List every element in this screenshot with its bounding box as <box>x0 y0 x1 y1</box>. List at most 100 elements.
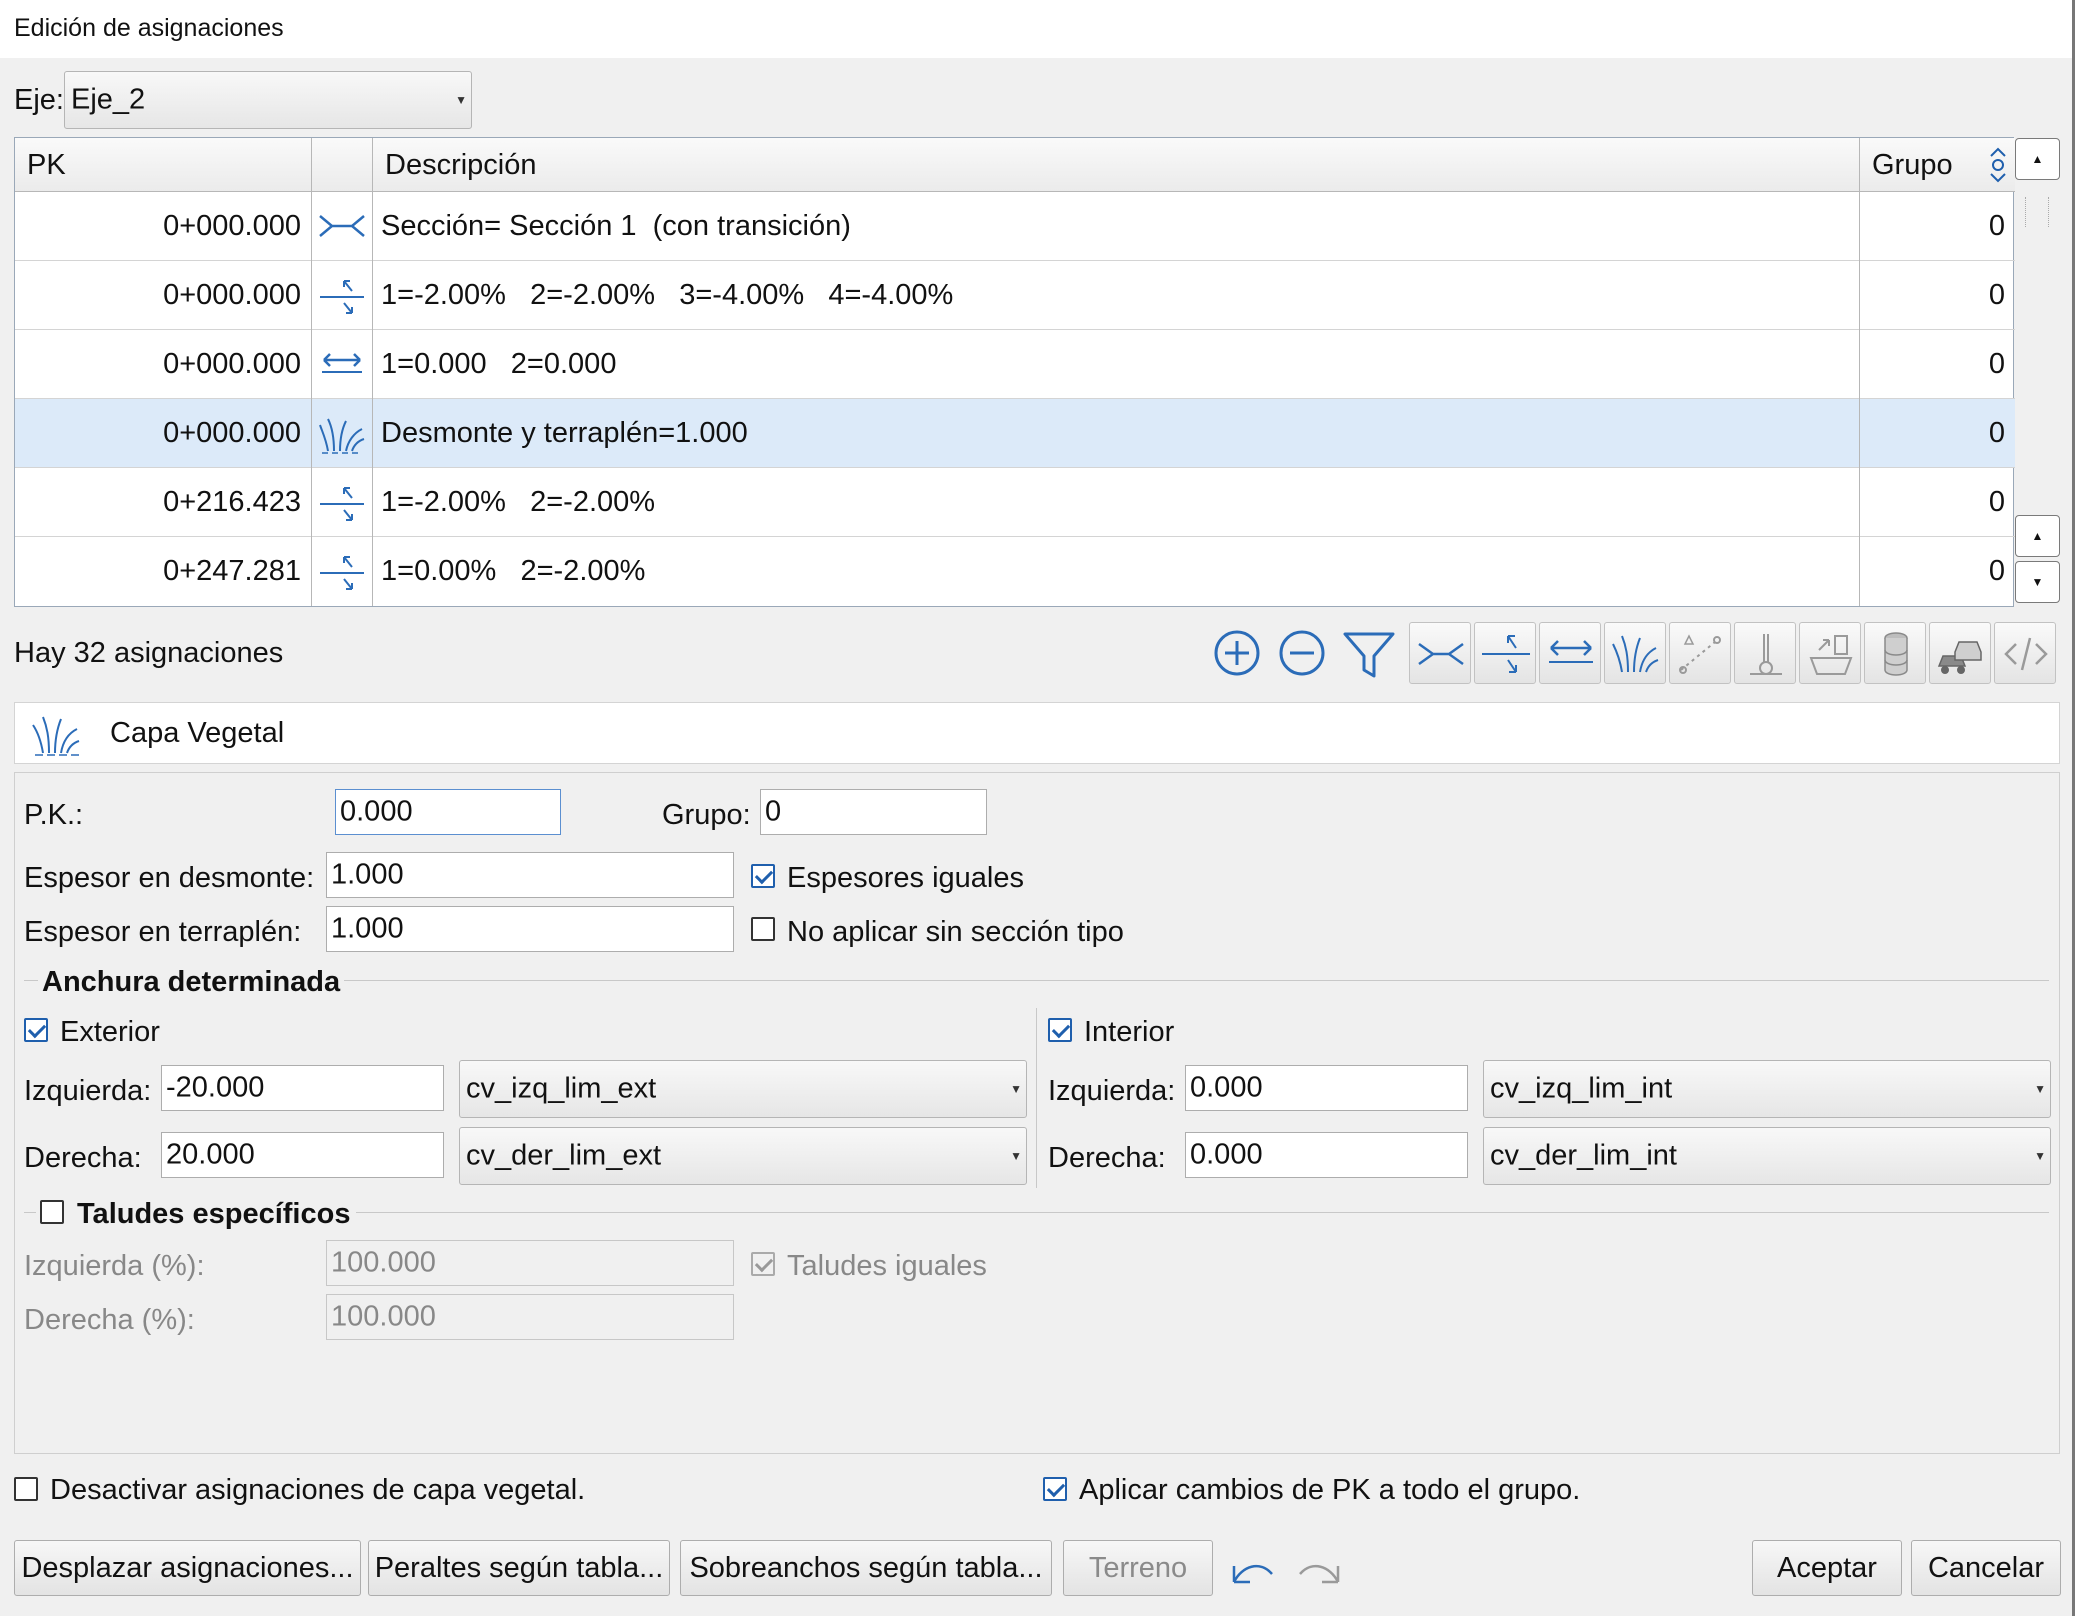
table-row[interactable]: 0+000.000 Sección= Sección 1 (con transi… <box>15 192 2015 261</box>
superelevation-table-button[interactable]: Peraltes según tabla... <box>368 1540 670 1596</box>
cell-description: Sección= Sección 1 (con transición) <box>373 192 1860 261</box>
width-group-vertical-divider <box>1036 1008 1037 1188</box>
scroll-down-button[interactable]: ▼ <box>2015 561 2060 603</box>
cell-icon <box>312 399 373 468</box>
equal-thickness-checkbox[interactable] <box>751 864 775 888</box>
cell-group: 0 <box>1988 210 2005 242</box>
table-row-selected[interactable]: 0+000.000 Desmonte y terraplén=1.000 0 <box>15 399 2015 468</box>
traffic-button[interactable] <box>1929 622 1991 684</box>
interior-right-combo[interactable]: cv_der_lim_int ▼ <box>1483 1127 2051 1185</box>
add-icon[interactable] <box>1212 628 1262 678</box>
interior-left-input[interactable]: 0.000 <box>1185 1065 1468 1111</box>
slope-button[interactable] <box>1669 622 1731 684</box>
page-up-button[interactable]: ▲ <box>2015 515 2060 557</box>
redo-icon[interactable] <box>1296 1552 1344 1592</box>
apply-group-label: Aplicar cambios de PK a todo el grupo. <box>1079 1474 1581 1506</box>
cancel-button[interactable]: Cancelar <box>1911 1540 2061 1596</box>
accept-button[interactable]: Aceptar <box>1752 1540 1902 1596</box>
cell-group: 0 <box>1988 348 2005 380</box>
slope-right-value: 100.000 <box>331 1300 436 1333</box>
cell-pk: 0+216.423 <box>15 468 312 537</box>
exterior-right-input[interactable]: 20.000 <box>161 1132 444 1178</box>
exterior-right-combo[interactable]: cv_der_lim_ext ▼ <box>459 1127 1027 1185</box>
table-row[interactable]: 0+000.000 1=-2.00% 2=-2.00% 3=-4.00% 4=-… <box>15 261 2015 330</box>
widening-button[interactable] <box>1539 622 1601 684</box>
axis-combo-value: Eje_2 <box>71 83 146 116</box>
scroll-thumb[interactable] <box>2025 197 2049 227</box>
code-button[interactable] <box>1994 622 2056 684</box>
table-scrollbar[interactable]: ▲ ▲ ▼ <box>2015 137 2060 607</box>
widening-icon <box>1549 640 1593 663</box>
terrain-button[interactable]: Terreno <box>1063 1540 1213 1596</box>
column-header-description[interactable]: Descripción <box>373 138 1860 192</box>
exterior-checkbox[interactable] <box>24 1018 48 1042</box>
interior-right-input[interactable]: 0.000 <box>1185 1132 1468 1178</box>
cell-pk: 0+247.281 <box>15 537 312 606</box>
slope-icon <box>1679 634 1721 674</box>
panel-header: Capa Vegetal <box>14 702 2060 764</box>
table-row[interactable]: 0+000.000 1=0.000 2=0.000 0 <box>15 330 2015 399</box>
filter-icon[interactable] <box>1342 628 1396 682</box>
cylinder-button[interactable] <box>1864 622 1926 684</box>
cell-icon <box>312 468 373 537</box>
chevron-down-icon: ▼ <box>1010 1149 1022 1163</box>
section-button[interactable] <box>1409 622 1471 684</box>
fill-thickness-label: Espesor en terraplén: <box>24 916 302 948</box>
cylinder-icon <box>1884 632 1908 676</box>
deactivate-checkbox[interactable] <box>14 1477 38 1501</box>
fill-thickness-input[interactable]: 1.000 <box>326 906 734 952</box>
column-header-icon[interactable] <box>312 138 373 192</box>
pk-input[interactable]: 0.000 <box>335 789 561 835</box>
slopes-group-title: Taludes específicos <box>77 1198 351 1230</box>
table-row[interactable]: 0+247.281 1=0.00% 2=-2.00% 0 <box>15 537 2015 606</box>
table-row[interactable]: 0+216.423 1=-2.00% 2=-2.00% 0 <box>15 468 2015 537</box>
equal-slopes-checkbox[interactable] <box>751 1252 775 1276</box>
superelevation-button[interactable] <box>1474 622 1536 684</box>
cell-description: Desmonte y terraplén=1.000 <box>373 399 1860 468</box>
interior-label: Interior <box>1084 1016 1175 1048</box>
assignments-table[interactable]: PK Descripción Grupo 0+000.000 Sección= … <box>14 137 2015 607</box>
interior-left-label: Izquierda: <box>1048 1075 1176 1107</box>
slope-left-input[interactable]: 100.000 <box>326 1240 734 1286</box>
widening-table-button[interactable]: Sobreanchos según tabla... <box>680 1540 1052 1596</box>
vegetation-button[interactable] <box>1604 622 1666 684</box>
cell-group: 0 <box>1988 486 2005 518</box>
slope-right-input[interactable]: 100.000 <box>326 1294 734 1340</box>
exterior-left-label: Izquierda: <box>24 1075 152 1107</box>
no-apply-label: No aplicar sin sección tipo <box>787 916 1124 948</box>
scroll-up-button[interactable]: ▲ <box>2015 138 2060 180</box>
column-header-pk[interactable]: PK <box>15 138 312 192</box>
width-group-title: Anchura determinada <box>38 966 345 999</box>
slope-left-value: 100.000 <box>331 1246 436 1279</box>
chevron-down-icon: ▼ <box>2034 1149 2046 1163</box>
demolition-button[interactable] <box>1799 622 1861 684</box>
axis-combo[interactable]: Eje_2 ▼ <box>64 71 472 129</box>
slopes-checkbox[interactable] <box>40 1200 64 1224</box>
column-header-group-label: Grupo <box>1872 149 1953 181</box>
column-header-group[interactable]: Grupo <box>1860 138 2015 192</box>
exterior-left-input[interactable]: -20.000 <box>161 1065 444 1111</box>
apply-group-checkbox[interactable] <box>1043 1477 1067 1501</box>
interior-right-label: Derecha: <box>1048 1142 1166 1174</box>
cut-thickness-input[interactable]: 1.000 <box>326 852 734 898</box>
chevron-down-icon: ▼ <box>2034 1082 2046 1096</box>
cell-description: 1=0.000 2=0.000 <box>373 330 1860 399</box>
shift-assignments-button[interactable]: Desplazar asignaciones... <box>14 1540 361 1596</box>
window-title: Edición de asignaciones <box>14 14 284 42</box>
thermometer-button[interactable] <box>1734 622 1796 684</box>
slope-right-label: Derecha (%): <box>24 1304 195 1336</box>
group-input[interactable]: 0 <box>760 789 987 835</box>
widening-icon <box>322 353 362 373</box>
exterior-left-combo[interactable]: cv_izq_lim_ext ▼ <box>459 1060 1027 1118</box>
remove-icon[interactable] <box>1277 628 1327 678</box>
exterior-left-value: -20.000 <box>166 1071 265 1104</box>
undo-icon[interactable] <box>1228 1552 1276 1592</box>
vegetation-icon <box>32 716 80 756</box>
interior-left-combo[interactable]: cv_izq_lim_int ▼ <box>1483 1060 2051 1118</box>
table-header: PK Descripción Grupo <box>15 138 2015 192</box>
code-icon <box>2004 637 2048 671</box>
chevron-down-icon: ▼ <box>1010 1082 1022 1096</box>
thermometer-icon <box>1750 634 1782 675</box>
interior-checkbox[interactable] <box>1048 1018 1072 1042</box>
no-apply-checkbox[interactable] <box>751 917 775 941</box>
